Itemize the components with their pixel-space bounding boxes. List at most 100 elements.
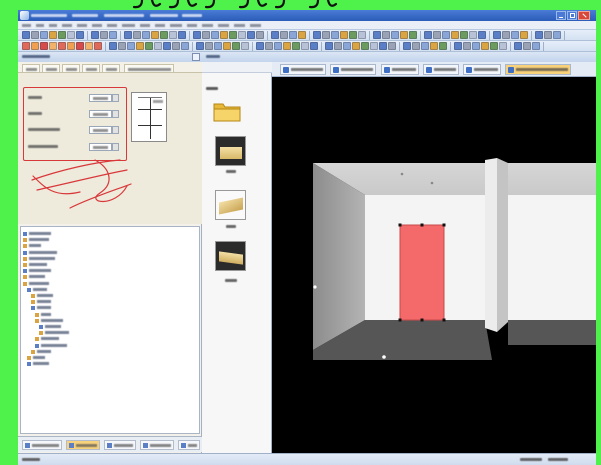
- menu-item[interactable]: [218, 22, 230, 29]
- app-icon[interactable]: [20, 11, 29, 20]
- panel-bottom-tab[interactable]: [22, 440, 62, 450]
- toolbar-button[interactable]: [151, 31, 159, 39]
- toolbar-button[interactable]: [22, 31, 30, 39]
- toolbar-button[interactable]: [301, 42, 309, 50]
- selected-door[interactable]: [399, 224, 445, 321]
- tree-item[interactable]: [27, 361, 53, 367]
- toolbar-button[interactable]: [391, 31, 399, 39]
- toolbar-button[interactable]: [463, 42, 471, 50]
- toolbar-button[interactable]: [361, 42, 369, 50]
- toolbar-button[interactable]: [109, 31, 117, 39]
- tree-item[interactable]: [23, 243, 45, 249]
- toolbar-button[interactable]: [256, 42, 264, 50]
- parameter-value-field[interactable]: [89, 94, 112, 102]
- toolbar-button[interactable]: [535, 31, 543, 39]
- menu-item[interactable]: [77, 22, 88, 29]
- menu-item[interactable]: [36, 22, 45, 29]
- toolbar-button[interactable]: [274, 42, 282, 50]
- toolbar-button[interactable]: [124, 31, 132, 39]
- toolbar-button[interactable]: [493, 31, 501, 39]
- parameter-value-field[interactable]: [89, 110, 112, 118]
- toolbar-button[interactable]: [511, 31, 519, 39]
- toolbar-button[interactable]: [310, 42, 318, 50]
- toolbar-button[interactable]: [118, 42, 126, 50]
- toolbar-button[interactable]: [232, 42, 240, 50]
- menu-item[interactable]: [92, 22, 103, 29]
- toolbar-button[interactable]: [289, 31, 297, 39]
- toolbar-button[interactable]: [349, 31, 357, 39]
- parameter-spinner[interactable]: [112, 94, 119, 102]
- toolbar-button[interactable]: [442, 31, 450, 39]
- toolbar-button[interactable]: [247, 31, 255, 39]
- toolbar-button[interactable]: [31, 31, 39, 39]
- toolbar-button[interactable]: [283, 42, 291, 50]
- tree-item[interactable]: [35, 336, 63, 342]
- menu-item[interactable]: [170, 22, 183, 29]
- toolbar-button[interactable]: [370, 42, 378, 50]
- panel-bottom-tab[interactable]: [178, 440, 200, 450]
- toolbar-button[interactable]: [160, 31, 168, 39]
- toolbar-button[interactable]: [238, 31, 246, 39]
- view-tab[interactable]: [381, 64, 419, 75]
- menu-item[interactable]: [49, 22, 58, 29]
- library-thumbnail[interactable]: [215, 190, 246, 220]
- menu-item[interactable]: [140, 22, 151, 29]
- minimize-button[interactable]: [556, 11, 566, 20]
- toolbar-button[interactable]: [382, 31, 390, 39]
- toolbar-button[interactable]: [172, 42, 180, 50]
- menu-item[interactable]: [202, 22, 214, 29]
- toolbar-button[interactable]: [181, 42, 189, 50]
- panel-tab[interactable]: [62, 64, 80, 73]
- toolbar-button[interactable]: [31, 42, 39, 50]
- toolbar-button[interactable]: [322, 31, 330, 39]
- toolbar-button[interactable]: [109, 42, 117, 50]
- 3d-viewport[interactable]: [272, 77, 596, 453]
- menu-item[interactable]: [22, 22, 32, 29]
- toolbar-button[interactable]: [94, 42, 102, 50]
- toolbar-button[interactable]: [211, 31, 219, 39]
- toolbar-button[interactable]: [256, 31, 264, 39]
- toolbar-button[interactable]: [193, 31, 201, 39]
- toolbar-button[interactable]: [196, 42, 204, 50]
- toolbar-button[interactable]: [451, 31, 459, 39]
- toolbar-button[interactable]: [430, 42, 438, 50]
- tree-item[interactable]: [31, 305, 55, 311]
- toolbar-button[interactable]: [460, 31, 468, 39]
- view-tab[interactable]: [463, 64, 501, 75]
- toolbar-button[interactable]: [331, 31, 339, 39]
- toolbar-button[interactable]: [490, 42, 498, 50]
- floor-right-room[interactable]: [508, 320, 596, 345]
- menu-item[interactable]: [187, 22, 198, 29]
- toolbar-button[interactable]: [421, 42, 429, 50]
- selection-handle[interactable]: [398, 318, 402, 322]
- toolbar-button[interactable]: [352, 42, 360, 50]
- panel-bottom-tab[interactable]: [140, 440, 174, 450]
- panel-tab[interactable]: [22, 64, 40, 73]
- library-thumbnail[interactable]: [215, 241, 246, 271]
- close-button[interactable]: [578, 11, 590, 20]
- toolbar-button[interactable]: [532, 42, 540, 50]
- toolbar-button[interactable]: [388, 42, 396, 50]
- toolbar-button[interactable]: [343, 42, 351, 50]
- toolbar-button[interactable]: [553, 31, 561, 39]
- selection-handle[interactable]: [442, 318, 446, 322]
- toolbar-button[interactable]: [502, 31, 510, 39]
- toolbar-button[interactable]: [325, 42, 333, 50]
- view-tab[interactable]: [280, 64, 326, 75]
- folder-icon[interactable]: [213, 100, 241, 122]
- toolbar-button[interactable]: [163, 42, 171, 50]
- toolbar-button[interactable]: [433, 31, 441, 39]
- toolbar-button[interactable]: [409, 31, 417, 39]
- panel-close-icon[interactable]: [192, 53, 200, 61]
- toolbar-button[interactable]: [223, 42, 231, 50]
- partition-wall-front[interactable]: [485, 158, 497, 332]
- toolbar-button[interactable]: [280, 31, 288, 39]
- toolbar-button[interactable]: [49, 31, 57, 39]
- toolbar-button[interactable]: [76, 31, 84, 39]
- menu-item[interactable]: [234, 22, 246, 29]
- toolbar-button[interactable]: [292, 42, 300, 50]
- toolbar-button[interactable]: [202, 31, 210, 39]
- toolbar-button[interactable]: [544, 31, 552, 39]
- toolbar-button[interactable]: [136, 42, 144, 50]
- toolbar-button[interactable]: [220, 31, 228, 39]
